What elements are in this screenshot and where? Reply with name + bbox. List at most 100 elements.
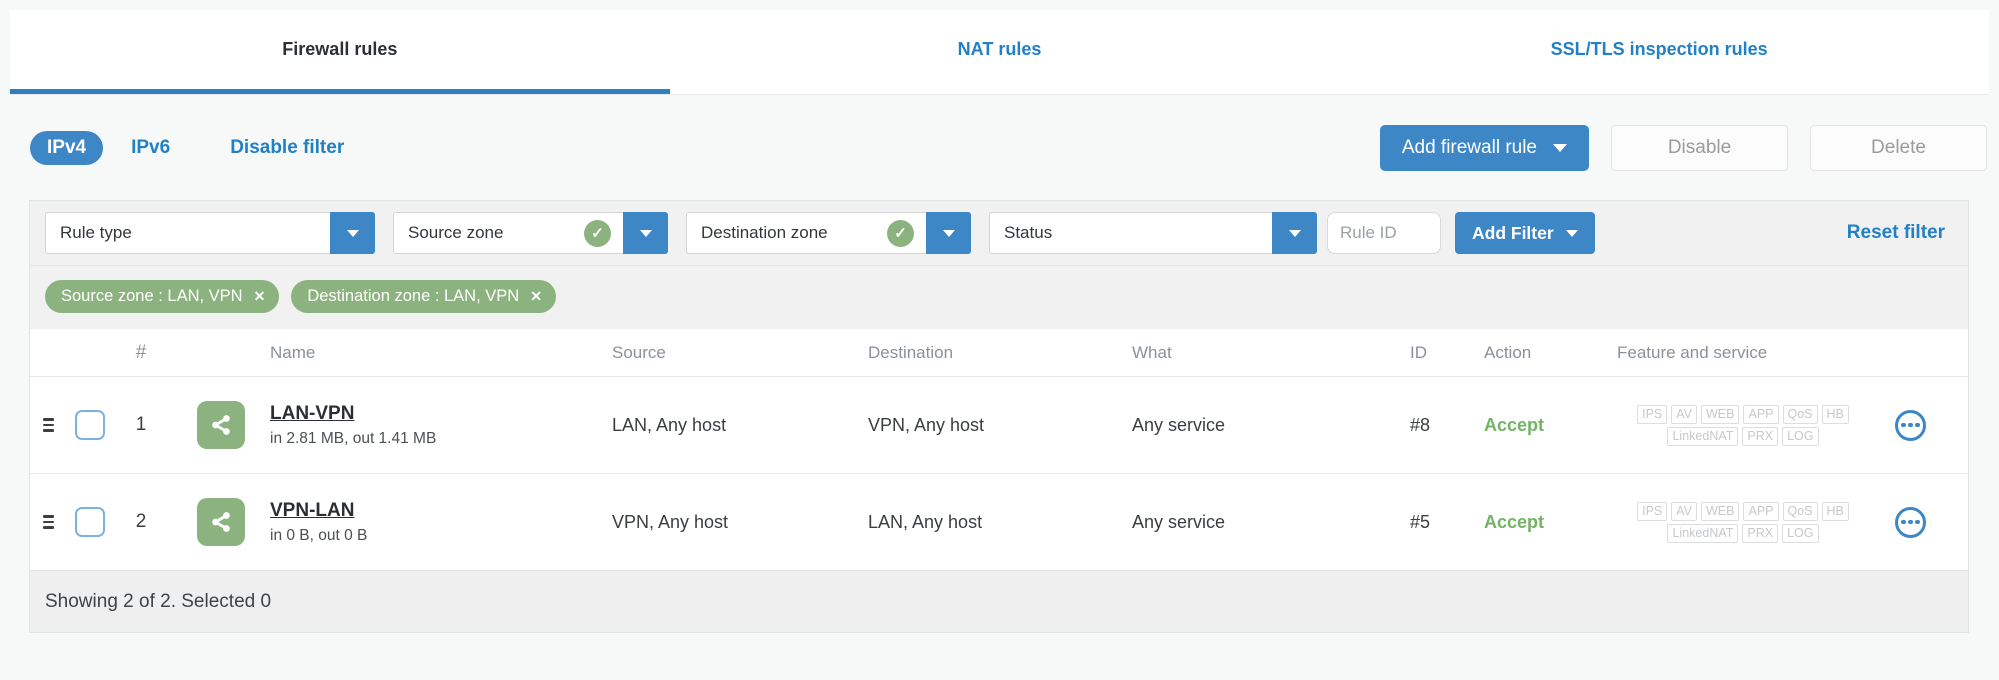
rule-action: Accept <box>1484 414 1545 435</box>
chevron-down-icon <box>942 229 955 237</box>
destination-zone-dropdown-toggle[interactable] <box>926 212 971 254</box>
column-header-feature: Feature and service <box>1617 342 1768 362</box>
more-actions-icon[interactable] <box>1895 409 1926 441</box>
chevron-down-icon <box>346 229 359 237</box>
chevron-down-icon <box>1288 229 1301 237</box>
badge-ips: IPS <box>1637 404 1668 424</box>
rule-action: Accept <box>1484 511 1545 532</box>
rule-id: #8 <box>1410 414 1431 435</box>
badge-log: LOG <box>1782 426 1819 446</box>
share-icon[interactable] <box>197 498 245 546</box>
badge-prx: PRX <box>1742 426 1779 446</box>
ipv6-toggle[interactable]: IPv6 <box>131 137 170 159</box>
row-number: 1 <box>135 414 147 435</box>
tab-bar: Firewall rules NAT rules SSL/TLS inspect… <box>10 10 1989 95</box>
status-dropdown-toggle[interactable] <box>1272 212 1317 254</box>
badge-prx: PRX <box>1742 523 1779 543</box>
disable-filter-link[interactable]: Disable filter <box>230 137 344 159</box>
share-icon-glyph <box>212 512 230 532</box>
chevron-down-icon <box>1565 229 1578 237</box>
column-header-source: Source <box>612 342 666 362</box>
share-icon[interactable] <box>197 401 245 449</box>
status-label: Status <box>1004 223 1053 242</box>
source-zone-label: Source zone <box>408 223 504 242</box>
rule-destination: VPN, Any host <box>868 414 985 435</box>
rule-destination: LAN, Any host <box>868 511 983 532</box>
column-header-action: Action <box>1484 342 1532 362</box>
source-zone-select[interactable]: Source zone ✓ <box>393 212 668 254</box>
remove-filter-icon[interactable]: ✕ <box>530 288 542 305</box>
rule-name-link[interactable]: LAN-VPN <box>270 403 354 425</box>
column-header-name: Name <box>270 342 316 362</box>
badge-linkednat: LinkedNAT <box>1667 426 1739 446</box>
destination-zone-filter-chip: Destination zone : LAN, VPN ✕ <box>291 280 556 313</box>
row-checkbox[interactable] <box>75 410 105 440</box>
badge-qos: QoS <box>1782 404 1818 424</box>
add-filter-label: Add Filter <box>1472 222 1554 243</box>
table-row: 2 VPN-LAN in 0 B, out 0 B VPN, Any host … <box>30 473 1968 570</box>
row-count-summary: Showing 2 of 2. Selected 0 <box>45 590 272 612</box>
status-select[interactable]: Status <box>989 212 1317 254</box>
destination-zone-label: Destination zone <box>701 223 828 242</box>
row-checkbox[interactable] <box>75 507 105 537</box>
chip-label: Destination zone : LAN, VPN <box>307 287 520 305</box>
more-actions-icon[interactable] <box>1895 506 1926 538</box>
rule-what: Any service <box>1132 414 1226 435</box>
check-circle-icon: ✓ <box>887 219 914 247</box>
column-header-destination: Destination <box>868 342 954 362</box>
column-header-number: # <box>135 341 147 363</box>
rule-source: VPN, Any host <box>612 511 729 532</box>
badge-ips: IPS <box>1637 501 1668 521</box>
badge-av: AV <box>1671 501 1697 521</box>
badge-web: WEB <box>1701 501 1740 521</box>
destination-zone-select[interactable]: Destination zone ✓ <box>686 212 971 254</box>
add-firewall-rule-label: Add firewall rule <box>1401 136 1537 158</box>
disable-button[interactable]: Disable <box>1611 124 1788 171</box>
active-filter-chips: Source zone : LAN, VPN ✕ Destination zon… <box>30 266 1968 329</box>
table-footer: Showing 2 of 2. Selected 0 <box>30 570 1968 632</box>
chip-label: Source zone : LAN, VPN <box>61 287 243 305</box>
rule-source: LAN, Any host <box>612 414 727 435</box>
add-firewall-rule-button[interactable]: Add firewall rule <box>1379 124 1589 171</box>
ipv4-toggle[interactable]: IPv4 <box>30 130 104 165</box>
add-filter-button[interactable]: Add Filter <box>1455 212 1595 254</box>
reset-filter-link[interactable]: Reset filter <box>1847 222 1953 244</box>
tab-ssl-tls-inspection-rules[interactable]: SSL/TLS inspection rules <box>1329 10 1989 94</box>
delete-button[interactable]: Delete <box>1810 124 1987 171</box>
toolbar: IPv4 IPv6 Disable filter Add firewall ru… <box>0 95 1999 200</box>
chevron-down-icon <box>1553 143 1567 152</box>
firewall-rules-panel: Rule type Source zone ✓ Destination zone… <box>29 200 1969 633</box>
rule-type-select[interactable]: Rule type <box>45 212 375 254</box>
chevron-down-icon <box>639 229 652 237</box>
rule-name-link[interactable]: VPN-LAN <box>270 500 354 522</box>
badge-qos: QoS <box>1782 501 1818 521</box>
feature-badges: IPS AV WEB APP QoS HB LinkedNAT PRX LOG <box>1617 404 1869 446</box>
rule-type-dropdown-toggle[interactable] <box>330 212 375 254</box>
badge-app: APP <box>1743 501 1779 521</box>
badge-hb: HB <box>1821 404 1849 424</box>
rule-traffic: in 2.81 MB, out 1.41 MB <box>270 429 437 447</box>
badge-app: APP <box>1743 404 1779 424</box>
filter-bar: Rule type Source zone ✓ Destination zone… <box>30 201 1968 266</box>
badge-linkednat: LinkedNAT <box>1667 523 1739 543</box>
drag-handle-icon[interactable] <box>30 515 68 529</box>
badge-av: AV <box>1671 404 1697 424</box>
rule-type-label: Rule type <box>60 223 132 242</box>
rule-id-input[interactable] <box>1327 212 1441 254</box>
table-header: # Name Source Destination What ID Action… <box>30 329 1968 376</box>
rule-traffic: in 0 B, out 0 B <box>270 526 368 544</box>
check-circle-icon: ✓ <box>584 219 611 247</box>
drag-handle-icon[interactable] <box>30 418 68 432</box>
source-zone-dropdown-toggle[interactable] <box>623 212 668 254</box>
table-row: 1 LAN-VPN in 2.81 MB, out 1.41 MB LAN, A… <box>30 376 1968 473</box>
tab-nat-rules[interactable]: NAT rules <box>670 10 1330 94</box>
source-zone-filter-chip: Source zone : LAN, VPN ✕ <box>45 280 280 313</box>
rule-what: Any service <box>1132 511 1226 532</box>
remove-filter-icon[interactable]: ✕ <box>254 288 266 305</box>
badge-log: LOG <box>1782 523 1819 543</box>
share-icon-glyph <box>212 415 230 435</box>
tab-firewall-rules[interactable]: Firewall rules <box>10 10 670 94</box>
toolbar-actions: Add firewall rule Disable Delete <box>1379 124 1987 171</box>
feature-badges: IPS AV WEB APP QoS HB LinkedNAT PRX LOG <box>1617 501 1869 543</box>
badge-hb: HB <box>1821 501 1849 521</box>
